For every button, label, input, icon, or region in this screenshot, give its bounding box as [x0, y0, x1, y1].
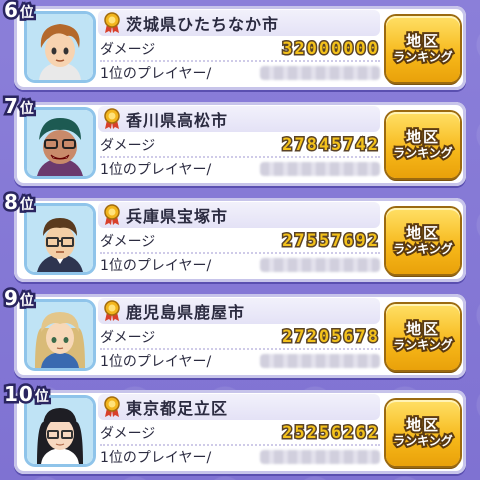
player-avatar [27, 14, 93, 80]
rank-label: 8位 [2, 188, 37, 217]
damage-value: 25256262 [281, 422, 380, 445]
medal-icon [104, 204, 120, 225]
boy-brown-hair-avatar-icon [27, 14, 93, 80]
ranking-entry: 10位 東京都足立区 ダメージ 25256262 1位のプレイヤー/ 地区 ラン… [0, 380, 480, 480]
rank-label: 6位 [2, 0, 37, 25]
blonde-girl-avatar-icon [27, 302, 93, 368]
top-player-row: 1位のプレイヤー/ [100, 254, 380, 276]
medal-icon [104, 12, 120, 33]
damage-value: 27557692 [281, 230, 380, 253]
medal-icon [104, 300, 120, 321]
top-player-row: 1位のプレイヤー/ [100, 446, 380, 468]
damage-row: ダメージ 27557692 [100, 230, 380, 254]
player-avatar [27, 398, 93, 464]
damage-value: 27845742 [281, 134, 380, 157]
damage-label: ダメージ [100, 42, 156, 58]
damage-label: ダメージ [100, 234, 156, 250]
top-player-row: 1位のプレイヤー/ [100, 350, 380, 372]
ranking-entry: 6位 茨城県ひたちなか市 ダメージ 32000000 1位のプレイヤー/ 地区 … [0, 0, 480, 96]
area-ranking-button[interactable]: 地区 ランキング [386, 208, 460, 274]
area-ranking-button[interactable]: 地区 ランキング [386, 400, 460, 466]
girl-glasses-avatar-icon [27, 398, 93, 464]
medal-icon [104, 396, 120, 417]
ranking-entry: 8位 兵庫県宝塚市 ダメージ 27557692 1位のプレイヤー/ 地区 ランキ… [0, 188, 480, 288]
damage-label: ダメージ [100, 426, 156, 442]
area-ranking-button[interactable]: 地区 ランキング [386, 16, 460, 82]
city-name: 兵庫県宝塚市 [126, 207, 229, 226]
blurred-player-name [260, 162, 380, 176]
rank-label: 10位 [2, 380, 52, 409]
city-name: 東京都足立区 [126, 399, 229, 418]
blurred-player-name [260, 354, 380, 368]
ranking-entry: 7位 香川県高松市 ダメージ 27845742 1位のプレイヤー/ 地区 ランキ… [0, 92, 480, 192]
top-player-label: 1位のプレイヤー/ [100, 162, 212, 178]
damage-row: ダメージ 25256262 [100, 422, 380, 446]
top-player-label: 1位のプレイヤー/ [100, 450, 212, 466]
rank-label: 9位 [2, 284, 37, 313]
rank-label: 7位 [2, 92, 37, 121]
man-glasses-avatar-icon [27, 206, 93, 272]
top-player-row: 1位のプレイヤー/ [100, 158, 380, 180]
player-avatar [27, 110, 93, 176]
city-header: 東京都足立区 [98, 394, 380, 420]
city-header: 兵庫県宝塚市 [98, 202, 380, 228]
top-player-label: 1位のプレイヤー/ [100, 354, 212, 370]
angry-man-avatar-icon [27, 110, 93, 176]
player-avatar [27, 302, 93, 368]
top-player-row: 1位のプレイヤー/ [100, 62, 380, 84]
city-name: 茨城県ひたちなか市 [126, 15, 280, 34]
city-header: 茨城県ひたちなか市 [98, 10, 380, 36]
ranking-list: 6位 茨城県ひたちなか市 ダメージ 32000000 1位のプレイヤー/ 地区 … [0, 0, 480, 480]
top-player-label: 1位のプレイヤー/ [100, 258, 212, 274]
blurred-player-name [260, 450, 380, 464]
city-name: 鹿児島県鹿屋市 [126, 303, 246, 322]
area-ranking-button[interactable]: 地区 ランキング [386, 112, 460, 178]
damage-label: ダメージ [100, 330, 156, 346]
damage-row: ダメージ 27205678 [100, 326, 380, 350]
city-name: 香川県高松市 [126, 111, 229, 130]
damage-row: ダメージ 27845742 [100, 134, 380, 158]
city-header: 鹿児島県鹿屋市 [98, 298, 380, 324]
blurred-player-name [260, 258, 380, 272]
damage-value: 27205678 [281, 326, 380, 349]
ranking-entry: 9位 鹿児島県鹿屋市 ダメージ 27205678 1位のプレイヤー/ 地区 ラン… [0, 284, 480, 384]
blurred-player-name [260, 66, 380, 80]
area-ranking-button[interactable]: 地区 ランキング [386, 304, 460, 370]
city-header: 香川県高松市 [98, 106, 380, 132]
medal-icon [104, 108, 120, 129]
damage-label: ダメージ [100, 138, 156, 154]
damage-value: 32000000 [281, 38, 380, 61]
player-avatar [27, 206, 93, 272]
top-player-label: 1位のプレイヤー/ [100, 66, 212, 82]
damage-row: ダメージ 32000000 [100, 38, 380, 62]
